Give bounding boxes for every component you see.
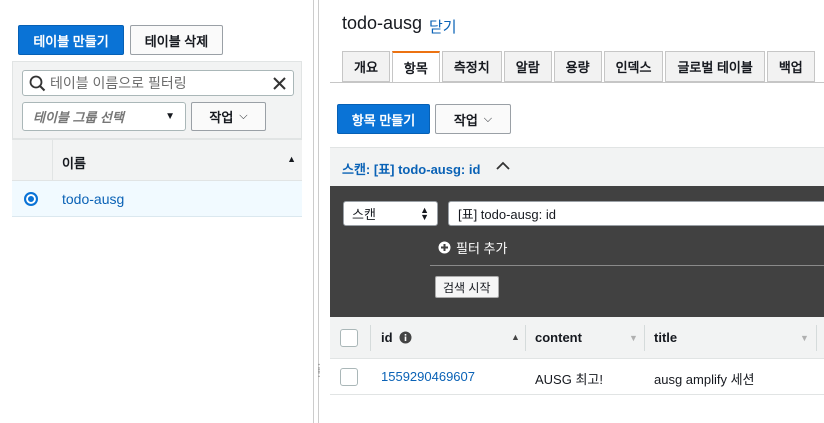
panel-divider[interactable] (313, 0, 314, 423)
delete-table-button[interactable]: 테이블 삭제 (130, 25, 223, 55)
chevron-down-icon: ⌵ (239, 110, 248, 122)
clear-icon[interactable] (272, 76, 287, 91)
sort-asc-icon[interactable]: ▲ (287, 154, 296, 164)
scan-type-value: 스캔 (352, 207, 376, 222)
select-all-checkbox[interactable] (340, 329, 358, 347)
create-item-button[interactable]: 항목 만들기 (337, 104, 430, 134)
tab-metrics[interactable]: 측정치 (441, 51, 502, 82)
table-name-link[interactable]: todo-ausg (62, 191, 124, 207)
tab-global-tables[interactable]: 글로벌 테이블 (665, 51, 765, 82)
right-actions-label: 작업 (453, 112, 478, 128)
table-group-placeholder: 테이블 그룹 선택 (33, 110, 124, 125)
table-list-row[interactable]: todo-ausg (12, 181, 302, 217)
left-actions-button[interactable]: 작업 ⌵ (191, 102, 266, 131)
tab-overview[interactable]: 개요 (342, 51, 390, 82)
detail-tabs: 개요 항목 측정치 알람 용량 인덱스 글로벌 테이블 백업 (342, 51, 817, 82)
item-title-cell: ausg amplify 세션 (654, 372, 755, 387)
table-list: 이름 ▲ todo-ausg (12, 139, 302, 217)
add-filter-label: 필터 추가 (456, 241, 508, 256)
content-column-header[interactable]: content (535, 330, 582, 345)
scan-type-select[interactable]: 스캔 ▲ ▼ (343, 201, 438, 226)
id-column-header[interactable]: id (381, 330, 412, 345)
table-list-header: 이름 ▲ (12, 139, 302, 182)
id-column-label: id (381, 330, 393, 345)
collapse-chevron-icon[interactable] (496, 159, 510, 174)
tab-capacity[interactable]: 용량 (553, 51, 602, 82)
scan-panel: 스캔 ▲ ▼ [표] todo-ausg: id 필터 추가 검색 시작 (330, 186, 824, 317)
search-icon (29, 75, 46, 92)
select-arrows-icon: ▲ ▼ (420, 204, 429, 222)
plus-circle-icon (438, 241, 451, 254)
items-table-header: id ▲ content ▼ title ▼ (330, 317, 824, 359)
item-content-cell: AUSG 최고! (535, 372, 603, 387)
table-title: todo-ausg (342, 13, 423, 33)
title-column-header[interactable]: title (654, 330, 677, 345)
create-table-button[interactable]: 테이블 만들기 (18, 25, 124, 55)
close-link[interactable]: 닫기 (429, 16, 457, 37)
row-checkbox[interactable] (340, 368, 358, 386)
table-search-input[interactable] (50, 75, 272, 91)
dropdown-arrow-icon: ▼ (165, 111, 175, 122)
item-row[interactable]: 1559290469607 AUSG 최고! ausg amplify 세션 (330, 359, 824, 395)
tab-alarms[interactable]: 알람 (503, 51, 552, 82)
tab-indexes[interactable]: 인덱스 (603, 51, 664, 82)
table-list-panel: 테이블 만들기 테이블 삭제 테이블 그룹 선택 ▼ 작업 ⌵ 이름 ▲ tod… (0, 0, 310, 423)
item-id-link[interactable]: 1559290469607 (381, 369, 475, 384)
add-filter-link[interactable]: 필터 추가 (438, 238, 507, 257)
scan-header-label: 스캔: [표] todo-ausg: id (342, 162, 481, 177)
chevron-down-icon: ⌵ (483, 112, 493, 125)
scan-header[interactable]: 스캔: [표] todo-ausg: id (330, 147, 824, 186)
right-actions-button[interactable]: 작업 ⌵ (435, 104, 511, 134)
panel-divider-edge (318, 0, 319, 423)
start-search-button[interactable]: 검색 시작 (435, 276, 499, 298)
scan-target-select[interactable]: [표] todo-ausg: id (448, 201, 824, 226)
table-detail-panel: todo-ausg 닫기 개요 항목 측정치 알람 용량 인덱스 글로벌 테이블… (330, 0, 824, 423)
selected-radio[interactable] (24, 192, 38, 206)
left-actions-label: 작업 (209, 110, 234, 125)
scan-target-value: [표] todo-ausg: id (458, 207, 556, 222)
sort-icon[interactable]: ▼ (629, 333, 638, 343)
tabs-baseline (330, 82, 824, 83)
table-group-select[interactable]: 테이블 그룹 선택 ▼ (22, 102, 186, 131)
name-column-header[interactable]: 이름 (62, 153, 86, 172)
resize-grip-icon[interactable]: ⋮ ⋮ (314, 364, 324, 379)
filter-divider (430, 265, 824, 266)
tab-items[interactable]: 항목 (391, 51, 440, 82)
sort-asc-icon[interactable]: ▲ (511, 332, 520, 342)
sort-icon[interactable]: ▼ (800, 333, 809, 343)
tab-backups[interactable]: 백업 (766, 51, 815, 82)
info-icon[interactable] (399, 331, 412, 344)
table-search-field[interactable] (22, 70, 294, 96)
